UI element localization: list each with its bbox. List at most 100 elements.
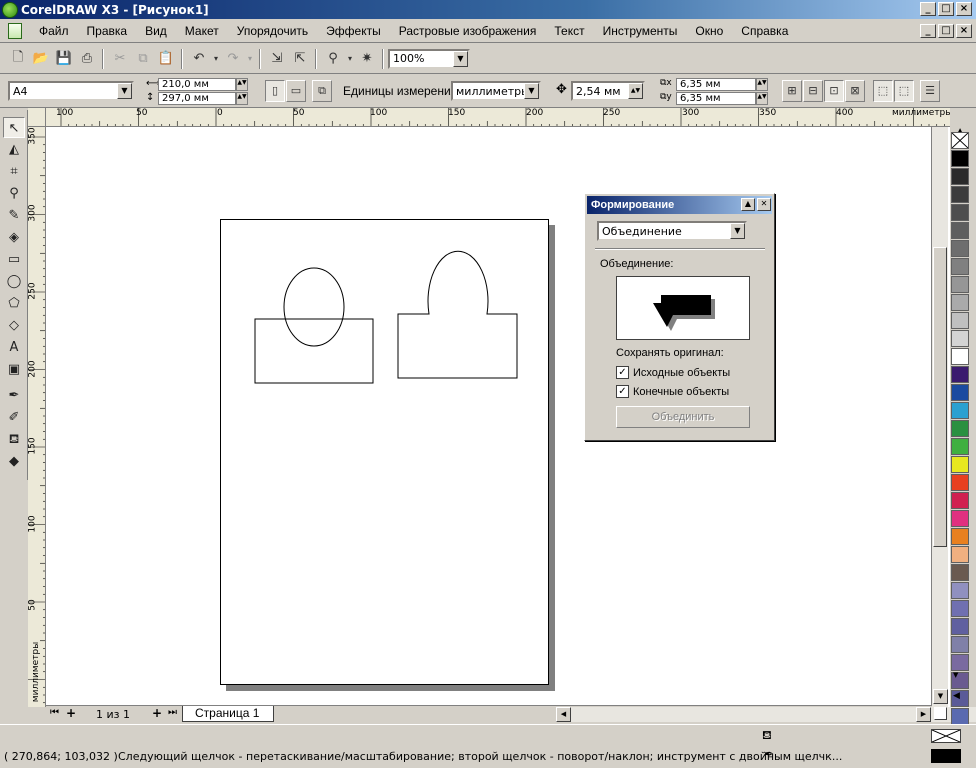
draw-mode-button[interactable]: ⬚ [894, 80, 914, 102]
minimize-button[interactable]: _ [920, 2, 936, 16]
color-swatch[interactable] [951, 240, 969, 257]
doc-minimize-button[interactable]: _ [920, 24, 936, 38]
color-swatch[interactable] [951, 528, 969, 545]
color-swatch[interactable] [951, 492, 969, 509]
redo-dropdown-icon[interactable]: ▾ [245, 48, 255, 70]
vertical-scrollbar[interactable]: ▼ [931, 127, 948, 707]
color-swatch[interactable] [951, 186, 969, 203]
last-page-icon[interactable]: ⏭ [168, 707, 177, 718]
outline-tool-icon[interactable]: ✐ [3, 407, 25, 428]
launcher-dropdown-icon[interactable]: ▾ [345, 48, 355, 70]
navigator-button[interactable] [934, 707, 947, 720]
color-swatch[interactable] [951, 204, 969, 221]
paper-size-combo[interactable]: A4 ▼ [8, 81, 134, 101]
color-swatch[interactable] [951, 384, 969, 401]
ellipse-shape[interactable] [283, 267, 345, 347]
nudge-field[interactable]: 2,54 мм ▲▼ [571, 81, 645, 101]
coreldraw-app-icon[interactable] [2, 1, 18, 18]
color-swatch[interactable] [951, 348, 969, 365]
ruler-origin[interactable] [28, 108, 46, 127]
units-dropdown-icon[interactable]: ▼ [524, 83, 539, 99]
source-objects-checkbox[interactable]: ✓ [616, 366, 629, 379]
color-swatch[interactable] [951, 150, 969, 167]
height-field[interactable]: 297,0 мм [158, 92, 236, 105]
print-icon[interactable]: ⎙ [76, 48, 98, 70]
outline-indicator-icon[interactable]: ✒ [764, 747, 774, 761]
color-swatch[interactable] [951, 168, 969, 185]
paste-icon[interactable]: 📋 [155, 48, 177, 70]
menu-edit[interactable]: Правка [78, 24, 137, 38]
first-page-icon[interactable]: ⏮ [50, 707, 59, 718]
smart-fill-tool-icon[interactable]: ◈ [3, 227, 25, 248]
treat-as-filled-button[interactable]: ⬚ [873, 80, 893, 102]
fill-tool-icon[interactable]: ⛾ [3, 429, 25, 450]
basic-shapes-tool-icon[interactable]: ◇ [3, 315, 25, 336]
color-swatch[interactable] [951, 438, 969, 455]
color-swatch[interactable] [951, 258, 969, 275]
copy-icon[interactable]: ⧉ [132, 48, 154, 70]
landscape-button[interactable]: ▭ [286, 80, 306, 102]
outline-color-swatch[interactable] [931, 749, 961, 763]
scroll-right-button[interactable]: ▶ [916, 707, 931, 722]
palette-scroll-down-icon[interactable]: ▼ [953, 671, 958, 679]
menu-bitmaps[interactable]: Растровые изображения [390, 24, 546, 38]
width-field[interactable]: 210,0 мм [158, 78, 236, 91]
color-swatch[interactable] [951, 456, 969, 473]
color-swatch[interactable] [951, 708, 969, 725]
color-swatch[interactable] [951, 366, 969, 383]
snap-to-grid-button[interactable]: ⊞ [782, 80, 802, 102]
duplicate-y-spinner[interactable]: ▲▼ [756, 92, 768, 105]
color-swatch[interactable] [951, 330, 969, 347]
no-color-swatch[interactable] [951, 132, 969, 149]
duplicate-x-field[interactable]: 6,35 мм [676, 78, 756, 91]
menu-tools[interactable]: Инструменты [594, 24, 687, 38]
menu-view[interactable]: Вид [136, 24, 176, 38]
color-swatch[interactable] [951, 222, 969, 239]
docker-close-button[interactable]: ✕ [757, 198, 771, 211]
weld-apply-button[interactable]: Объединить [616, 406, 750, 428]
color-swatch[interactable] [951, 564, 969, 581]
welcome-screen-icon[interactable]: ✷ [356, 48, 378, 70]
maximize-button[interactable]: □ [938, 2, 954, 16]
undo-icon[interactable]: ↶ [188, 48, 210, 70]
zoom-combo[interactable]: 100% ▼ [388, 48, 470, 69]
horizontal-scrollbar[interactable]: ◀ ▶ [556, 707, 976, 722]
vertical-ruler[interactable]: 350 300 250 200 150 100 50 миллиметры [28, 127, 46, 707]
operation-dropdown-icon[interactable]: ▼ [730, 223, 745, 239]
menu-help[interactable]: Справка [732, 24, 797, 38]
color-swatch[interactable] [951, 294, 969, 311]
snap-to-guidelines-button[interactable]: ⊟ [803, 80, 823, 102]
page-tab[interactable]: Страница 1 [182, 706, 275, 722]
color-swatch[interactable] [951, 312, 969, 329]
application-launcher-icon[interactable]: ⚲ [322, 48, 344, 70]
color-swatch[interactable] [951, 402, 969, 419]
menu-file[interactable]: Файл [30, 24, 78, 38]
color-swatch[interactable] [951, 546, 969, 563]
interactive-blend-tool-icon[interactable]: ▣ [3, 359, 25, 380]
height-spinner[interactable]: ▲▼ [236, 92, 248, 105]
target-objects-checkbox[interactable]: ✓ [616, 385, 629, 398]
color-swatch[interactable] [951, 600, 969, 617]
options-button[interactable]: ☰ [920, 80, 940, 102]
crop-tool-icon[interactable]: ⌗ [3, 161, 25, 182]
welded-shape[interactable] [397, 250, 518, 379]
zoom-tool-icon[interactable]: ⚲ [3, 183, 25, 204]
snap-to-objects-button[interactable]: ⊡ [824, 80, 844, 102]
portrait-button[interactable]: ▯ [265, 80, 285, 102]
fill-indicator-icon[interactable]: ⛾ [762, 728, 772, 744]
color-swatch[interactable] [951, 582, 969, 599]
menu-text[interactable]: Текст [545, 24, 593, 38]
doc-restore-button[interactable]: □ [938, 24, 954, 38]
menu-arrange[interactable]: Упорядочить [228, 24, 317, 38]
horizontal-ruler[interactable]: 100 50 0 50 100 150 200 250 300 350 400 … [46, 108, 950, 127]
rectangle-tool-icon[interactable]: ▭ [3, 249, 25, 270]
current-page-layout-button[interactable]: ⧉ [312, 80, 332, 102]
duplicate-y-field[interactable]: 6,35 мм [676, 92, 756, 105]
color-swatch[interactable] [951, 510, 969, 527]
paper-size-dropdown-icon[interactable]: ▼ [117, 83, 132, 99]
import-icon[interactable]: ⇲ [266, 48, 288, 70]
dynamic-guides-button[interactable]: ⊠ [845, 80, 865, 102]
fill-color-swatch[interactable] [931, 729, 961, 743]
menu-effects[interactable]: Эффекты [317, 24, 390, 38]
close-button[interactable]: × [956, 2, 972, 16]
